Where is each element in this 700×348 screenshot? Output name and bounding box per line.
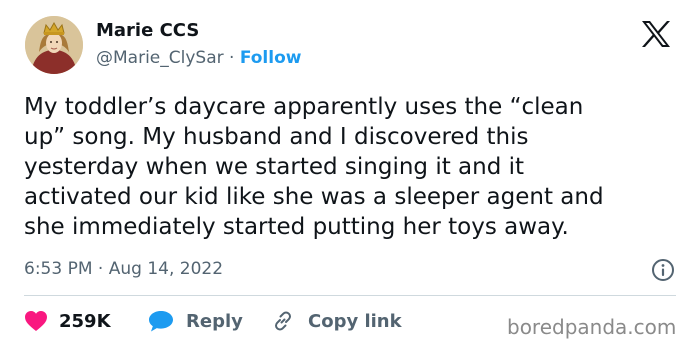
avatar[interactable] xyxy=(25,16,83,74)
author-handle[interactable]: @Marie_ClySar xyxy=(96,48,224,68)
copy-link-button[interactable]: Copy link xyxy=(271,308,402,334)
x-logo-icon[interactable] xyxy=(641,20,671,48)
meta-separator: · xyxy=(223,48,240,68)
author-meta: @Marie_ClySar · Follow xyxy=(96,48,301,68)
heart-icon xyxy=(25,311,47,331)
follow-button[interactable]: Follow xyxy=(240,48,302,68)
tweet-line: yesterday when we started singing it and… xyxy=(24,154,525,180)
copy-link-label: Copy link xyxy=(308,310,402,332)
tweet-time: 6:53 PM xyxy=(24,259,93,279)
divider xyxy=(24,295,676,296)
tweet-date: Aug 14, 2022 xyxy=(108,259,224,279)
author-name[interactable]: Marie CCS xyxy=(96,20,199,41)
timestamp[interactable]: 6:53 PM · Aug 14, 2022 xyxy=(24,259,223,279)
tweet-text: My toddler’s daycare apparently uses the… xyxy=(24,92,684,242)
reply-button[interactable]: Reply xyxy=(148,308,243,334)
tweet-line: she immediately started putting her toys… xyxy=(24,214,569,240)
watermark: boredpanda.com xyxy=(507,315,677,339)
avatar-portrait-icon xyxy=(25,16,83,74)
like-count: 259K xyxy=(59,310,111,332)
info-icon[interactable] xyxy=(651,258,675,282)
timestamp-separator: · xyxy=(92,259,109,279)
tweet-line: My toddler’s daycare apparently uses the… xyxy=(24,94,584,120)
reply-label: Reply xyxy=(186,310,243,332)
speech-bubble-icon xyxy=(149,311,173,332)
like-button[interactable]: 259K xyxy=(24,308,111,334)
tweet-line: activated our kid like she was a sleeper… xyxy=(24,184,604,210)
tweet-line: up” song. My husband and I discovered th… xyxy=(24,124,529,150)
link-icon xyxy=(275,311,291,331)
